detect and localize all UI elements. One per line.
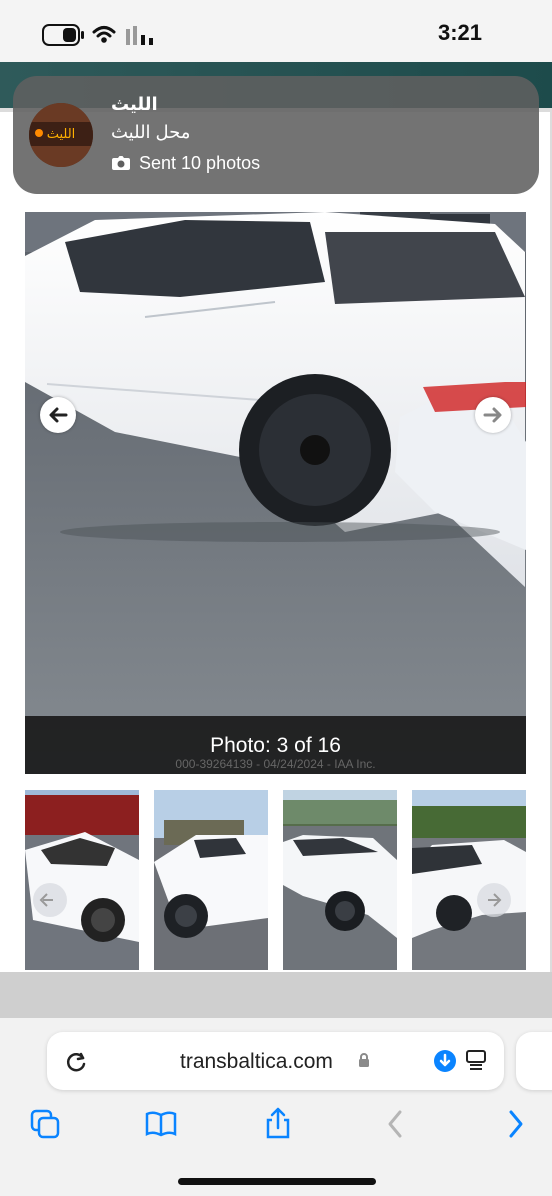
download-icon[interactable]	[433, 1049, 457, 1073]
home-indicator[interactable]	[178, 1178, 376, 1185]
bookmarks-icon	[145, 1111, 177, 1137]
arrow-left-icon	[49, 407, 68, 423]
forward-button[interactable]	[497, 1106, 533, 1142]
refresh-icon[interactable]	[64, 1049, 88, 1073]
photo-watermark: 000-39264139 - 04/24/2024 - IAA Inc.	[175, 757, 376, 771]
address-bar[interactable]: transbaltica.com	[47, 1032, 504, 1090]
share-button[interactable]	[260, 1106, 296, 1142]
wifi-icon	[92, 26, 116, 43]
photo-counter: Photo: 3 of 16	[210, 734, 341, 757]
url-text[interactable]: transbaltica.com	[180, 1050, 333, 1074]
camera-icon	[112, 156, 130, 170]
notification-banner[interactable]: الليث الليث محل الليث Sent 10 photos	[13, 76, 539, 194]
notification-sender: الليث	[111, 94, 158, 114]
main-photo	[25, 212, 526, 774]
previous-photo-button[interactable]	[40, 397, 76, 433]
tabs-button[interactable]	[28, 1106, 64, 1142]
signal-icon	[126, 26, 153, 45]
back-icon	[388, 1110, 402, 1138]
avatar-text: الليث	[47, 127, 76, 142]
lock-icon	[359, 1053, 369, 1067]
status-bar: 3:21	[0, 0, 552, 62]
status-time: 3:21	[437, 20, 482, 45]
sender-avatar: الليث	[29, 103, 93, 167]
battery-icon	[42, 24, 84, 46]
thumbnail-4[interactable]	[412, 790, 526, 970]
share-icon	[266, 1107, 290, 1139]
photo-caption-bar: Photo: 3 of 16 000-39264139 - 04/24/2024…	[25, 716, 526, 774]
bookmarks-button[interactable]	[143, 1106, 179, 1142]
notification-group: محل الليث	[111, 122, 191, 142]
bottom-content-strip	[0, 972, 552, 1020]
thumbnail-3[interactable]	[283, 790, 397, 970]
back-button[interactable]	[378, 1106, 414, 1142]
arrow-right-icon	[483, 407, 502, 423]
thumbnail-2[interactable]	[154, 790, 268, 970]
notification-body: Sent 10 photos	[139, 153, 261, 173]
next-tab-pill[interactable]	[516, 1032, 552, 1090]
next-photo-button[interactable]	[475, 397, 511, 433]
reader-icon[interactable]	[464, 1048, 488, 1072]
thumbnail-1[interactable]	[25, 790, 139, 970]
forward-icon	[509, 1110, 523, 1138]
tabs-icon	[30, 1109, 60, 1139]
